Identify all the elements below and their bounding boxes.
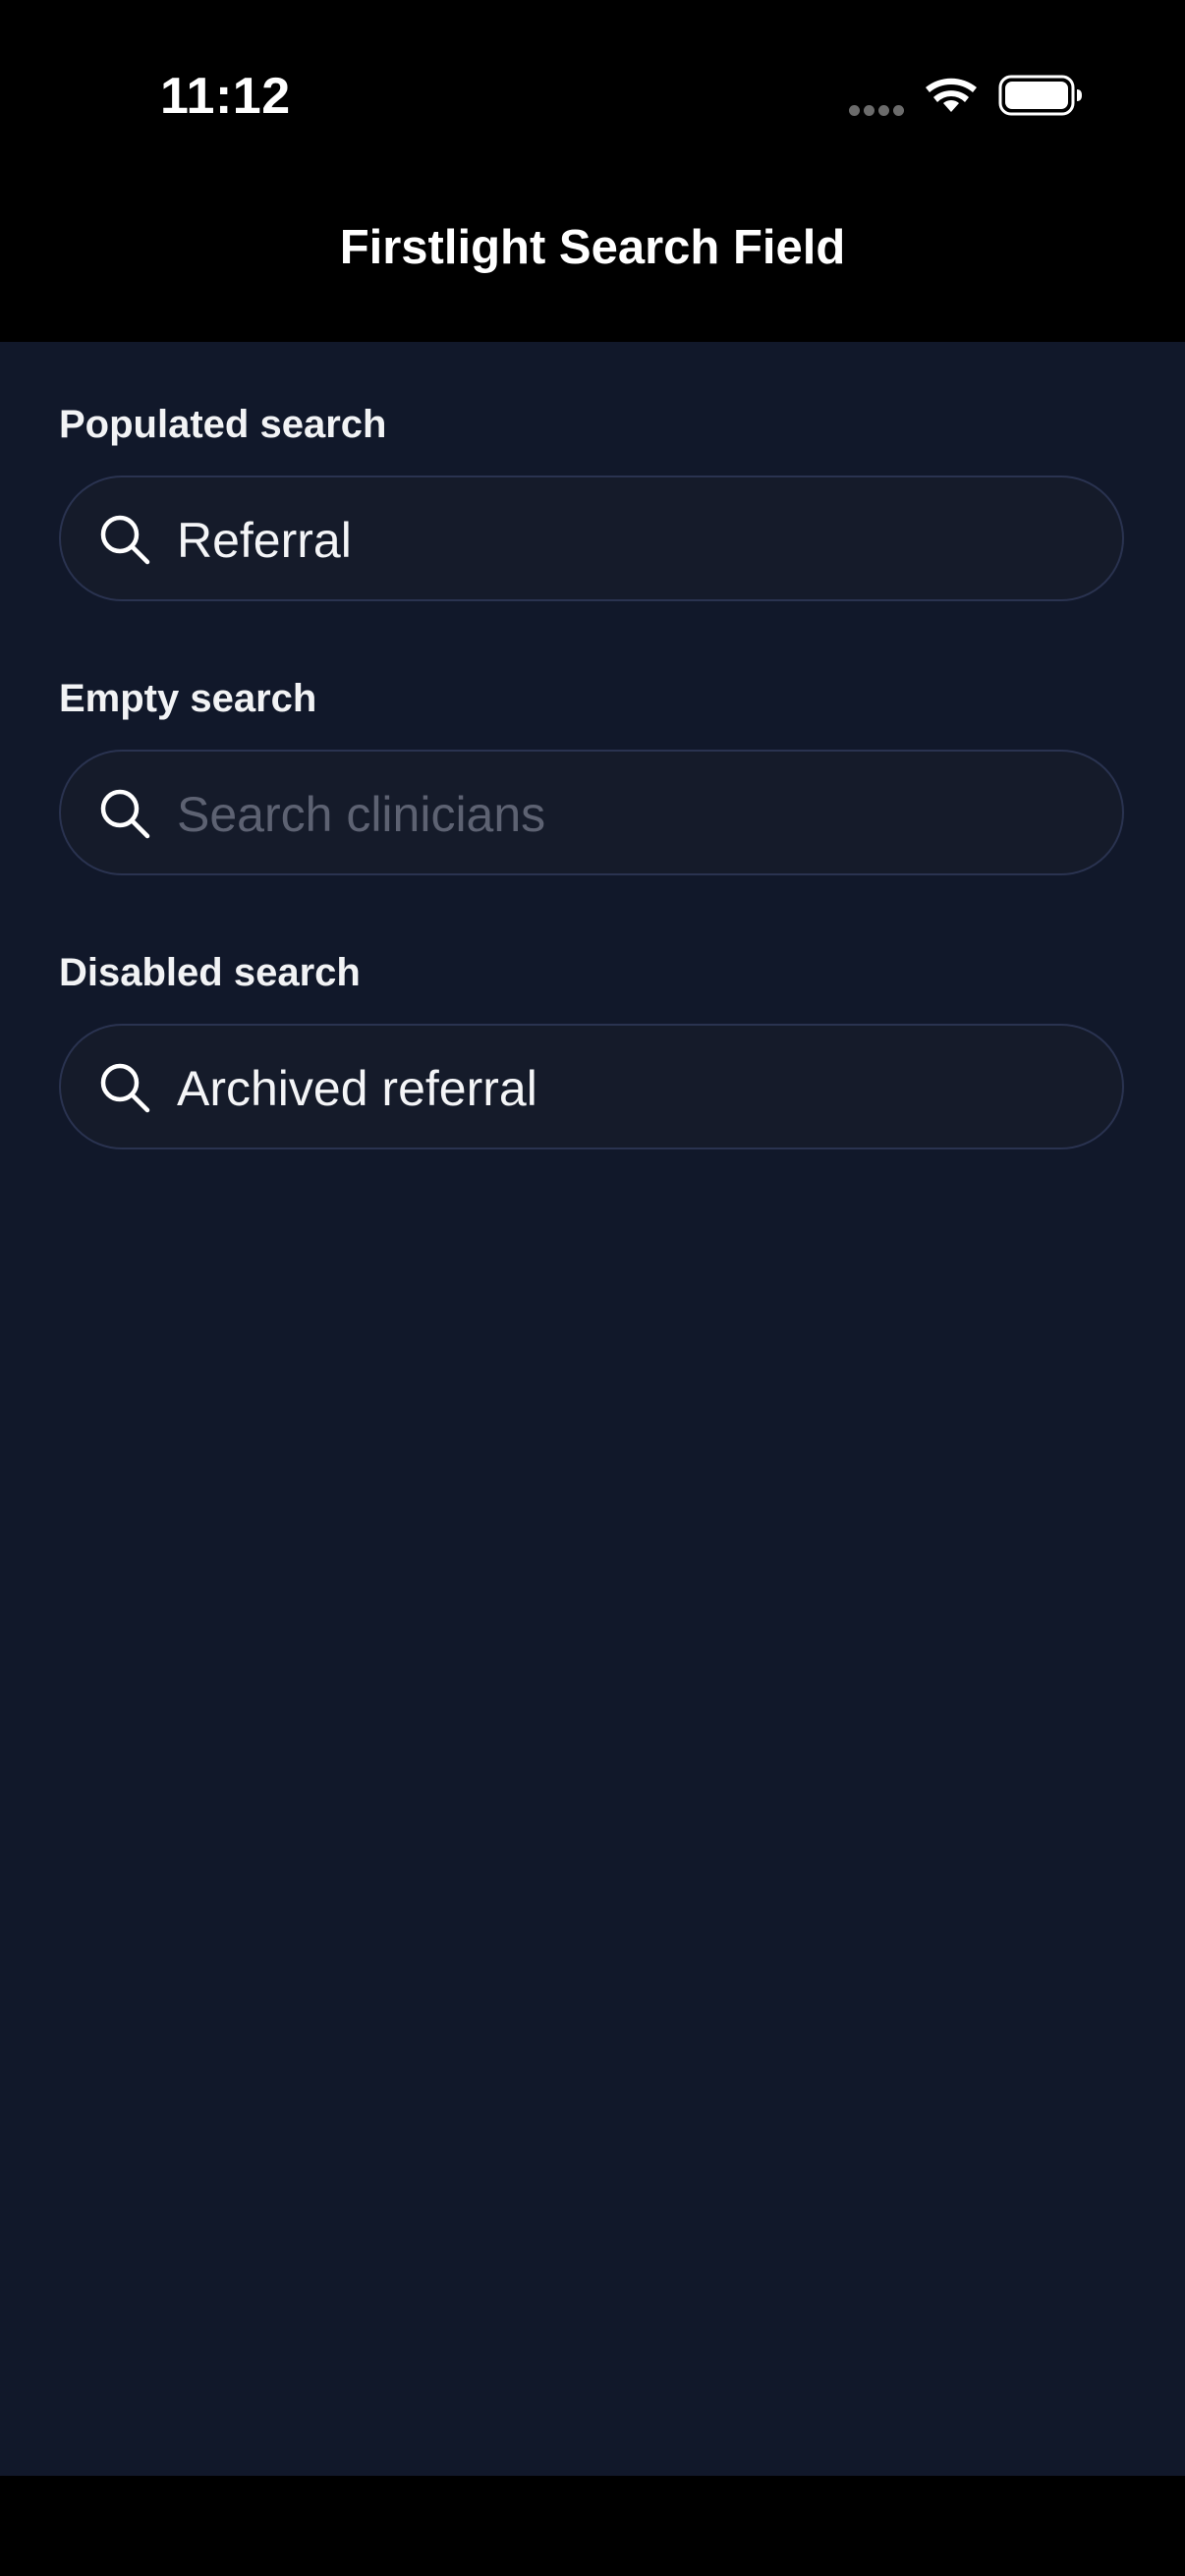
populated-search-field[interactable]: Referral — [59, 476, 1124, 601]
search-icon — [100, 1063, 150, 1113]
empty-search-label: Empty search — [59, 677, 317, 720]
wifi-icon — [926, 78, 977, 112]
battery-icon — [998, 75, 1082, 116]
cellular-signal-icon — [849, 103, 908, 116]
content-area: Populated search Referral Empty search S… — [0, 342, 1185, 2476]
page-title: Firstlight Search Field — [339, 221, 846, 274]
populated-search-label: Populated search — [59, 403, 387, 446]
home-indicator-area — [0, 2476, 1185, 2576]
populated-search-input[interactable]: Referral — [177, 511, 352, 570]
disabled-search-input: Archived referral — [177, 1061, 537, 1116]
disabled-search-field: Archived referral — [59, 1024, 1124, 1149]
search-icon — [100, 789, 150, 839]
status-time: 11:12 — [160, 68, 291, 125]
status-bar: 11:12 — [0, 0, 1185, 196]
search-icon — [100, 515, 150, 565]
empty-search-field[interactable]: Search clinicians — [59, 750, 1124, 875]
empty-search-placeholder[interactable]: Search clinicians — [177, 785, 545, 844]
disabled-search-label: Disabled search — [59, 951, 361, 994]
